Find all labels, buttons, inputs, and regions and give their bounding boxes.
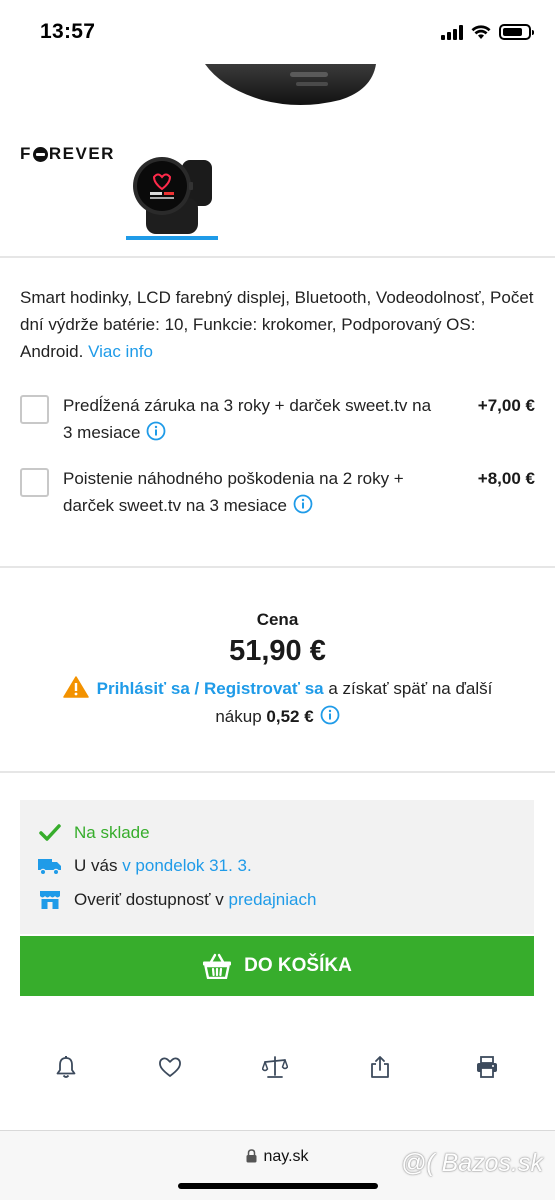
- cashback-amount: 0,52 €: [266, 707, 314, 726]
- store-icon: [38, 889, 62, 911]
- lock-icon: [246, 1149, 257, 1163]
- option-price: +7,00 €: [477, 396, 535, 415]
- option-label: Predĺžená záruka na 3 roky + darček swee…: [63, 396, 432, 442]
- price-label: Cena: [256, 610, 299, 629]
- printer-icon: [477, 1056, 497, 1078]
- info-icon[interactable]: [320, 705, 340, 725]
- delivery-prefix: U vás: [74, 856, 118, 875]
- signal-icon: [441, 24, 463, 40]
- divider: [0, 771, 555, 773]
- status-bar: 13:57: [0, 0, 555, 64]
- info-icon[interactable]: [293, 494, 313, 514]
- add-to-cart-button[interactable]: DO KOŠÍKA: [20, 936, 534, 996]
- thumbnail-active-indicator: [126, 236, 218, 240]
- store-prefix: Overiť dostupnosť v: [74, 890, 224, 909]
- product-thumbnail[interactable]: [126, 138, 218, 240]
- heart-icon: [159, 1057, 181, 1077]
- store-availability: Overiť dostupnosť v predajniach: [38, 889, 316, 911]
- product-actions: [0, 1050, 555, 1084]
- smartwatch-image: [133, 157, 212, 234]
- divider: [0, 256, 555, 258]
- delivery-truck-icon: [38, 855, 62, 877]
- divider: [0, 566, 555, 568]
- add-to-cart-label: DO KOŠÍKA: [244, 955, 352, 976]
- thumbnail-strip: F REVER: [0, 124, 555, 256]
- option-price: +8,00 €: [477, 469, 535, 488]
- delivery-info: U vás v pondelok 31. 3.: [38, 855, 252, 877]
- watchdog-bell-button[interactable]: [49, 1050, 83, 1084]
- brand-logo[interactable]: F REVER: [20, 144, 115, 164]
- scales-icon: [262, 1056, 288, 1078]
- favorite-button[interactable]: [153, 1050, 187, 1084]
- product-main-image[interactable]: [0, 64, 555, 124]
- bell-icon: [56, 1056, 76, 1078]
- delivery-date-link[interactable]: v pondelok 31. 3.: [122, 856, 251, 876]
- basket-icon: [203, 953, 232, 979]
- availability-box: Na sklade U vás v pondelok 31. 3. Overiť…: [20, 800, 534, 934]
- wifi-icon: [471, 25, 491, 39]
- share-icon: [371, 1056, 389, 1078]
- status-icons: [441, 24, 534, 40]
- battery-icon: [499, 24, 534, 40]
- stock-status: Na sklade: [38, 822, 150, 844]
- print-button[interactable]: [470, 1050, 504, 1084]
- more-info-link[interactable]: Viac info: [88, 342, 153, 361]
- logo-o-icon: [32, 146, 48, 162]
- warning-icon: [62, 676, 89, 698]
- status-time: 13:57: [40, 20, 96, 43]
- option-label: Poistenie náhodného poškodenia na 2 roky…: [63, 469, 404, 515]
- accident-insurance-checkbox[interactable]: [20, 468, 49, 497]
- cashback-info: Prihlásiť sa / Registrovať sa a získať s…: [40, 675, 515, 731]
- browser-address-bar[interactable]: nay.sk @( Bazos.sk: [0, 1130, 555, 1200]
- compare-button[interactable]: [258, 1050, 292, 1084]
- checkmark-icon: [38, 822, 62, 844]
- stock-text: Na sklade: [74, 823, 150, 842]
- share-button[interactable]: [363, 1050, 397, 1084]
- extended-warranty-checkbox[interactable]: [20, 395, 49, 424]
- url-text: nay.sk: [263, 1148, 309, 1165]
- home-indicator: [178, 1183, 378, 1189]
- watch-strap-image: [205, 64, 376, 105]
- price-value: 51,90 €: [229, 635, 326, 667]
- product-description: Smart hodinky, LCD farebný displej, Blue…: [20, 284, 540, 365]
- stores-link[interactable]: predajniach: [229, 890, 317, 910]
- login-register-link[interactable]: Prihlásiť sa / Registrovať sa: [97, 679, 324, 698]
- watermark: @( Bazos.sk: [400, 1149, 543, 1177]
- info-icon[interactable]: [146, 421, 166, 441]
